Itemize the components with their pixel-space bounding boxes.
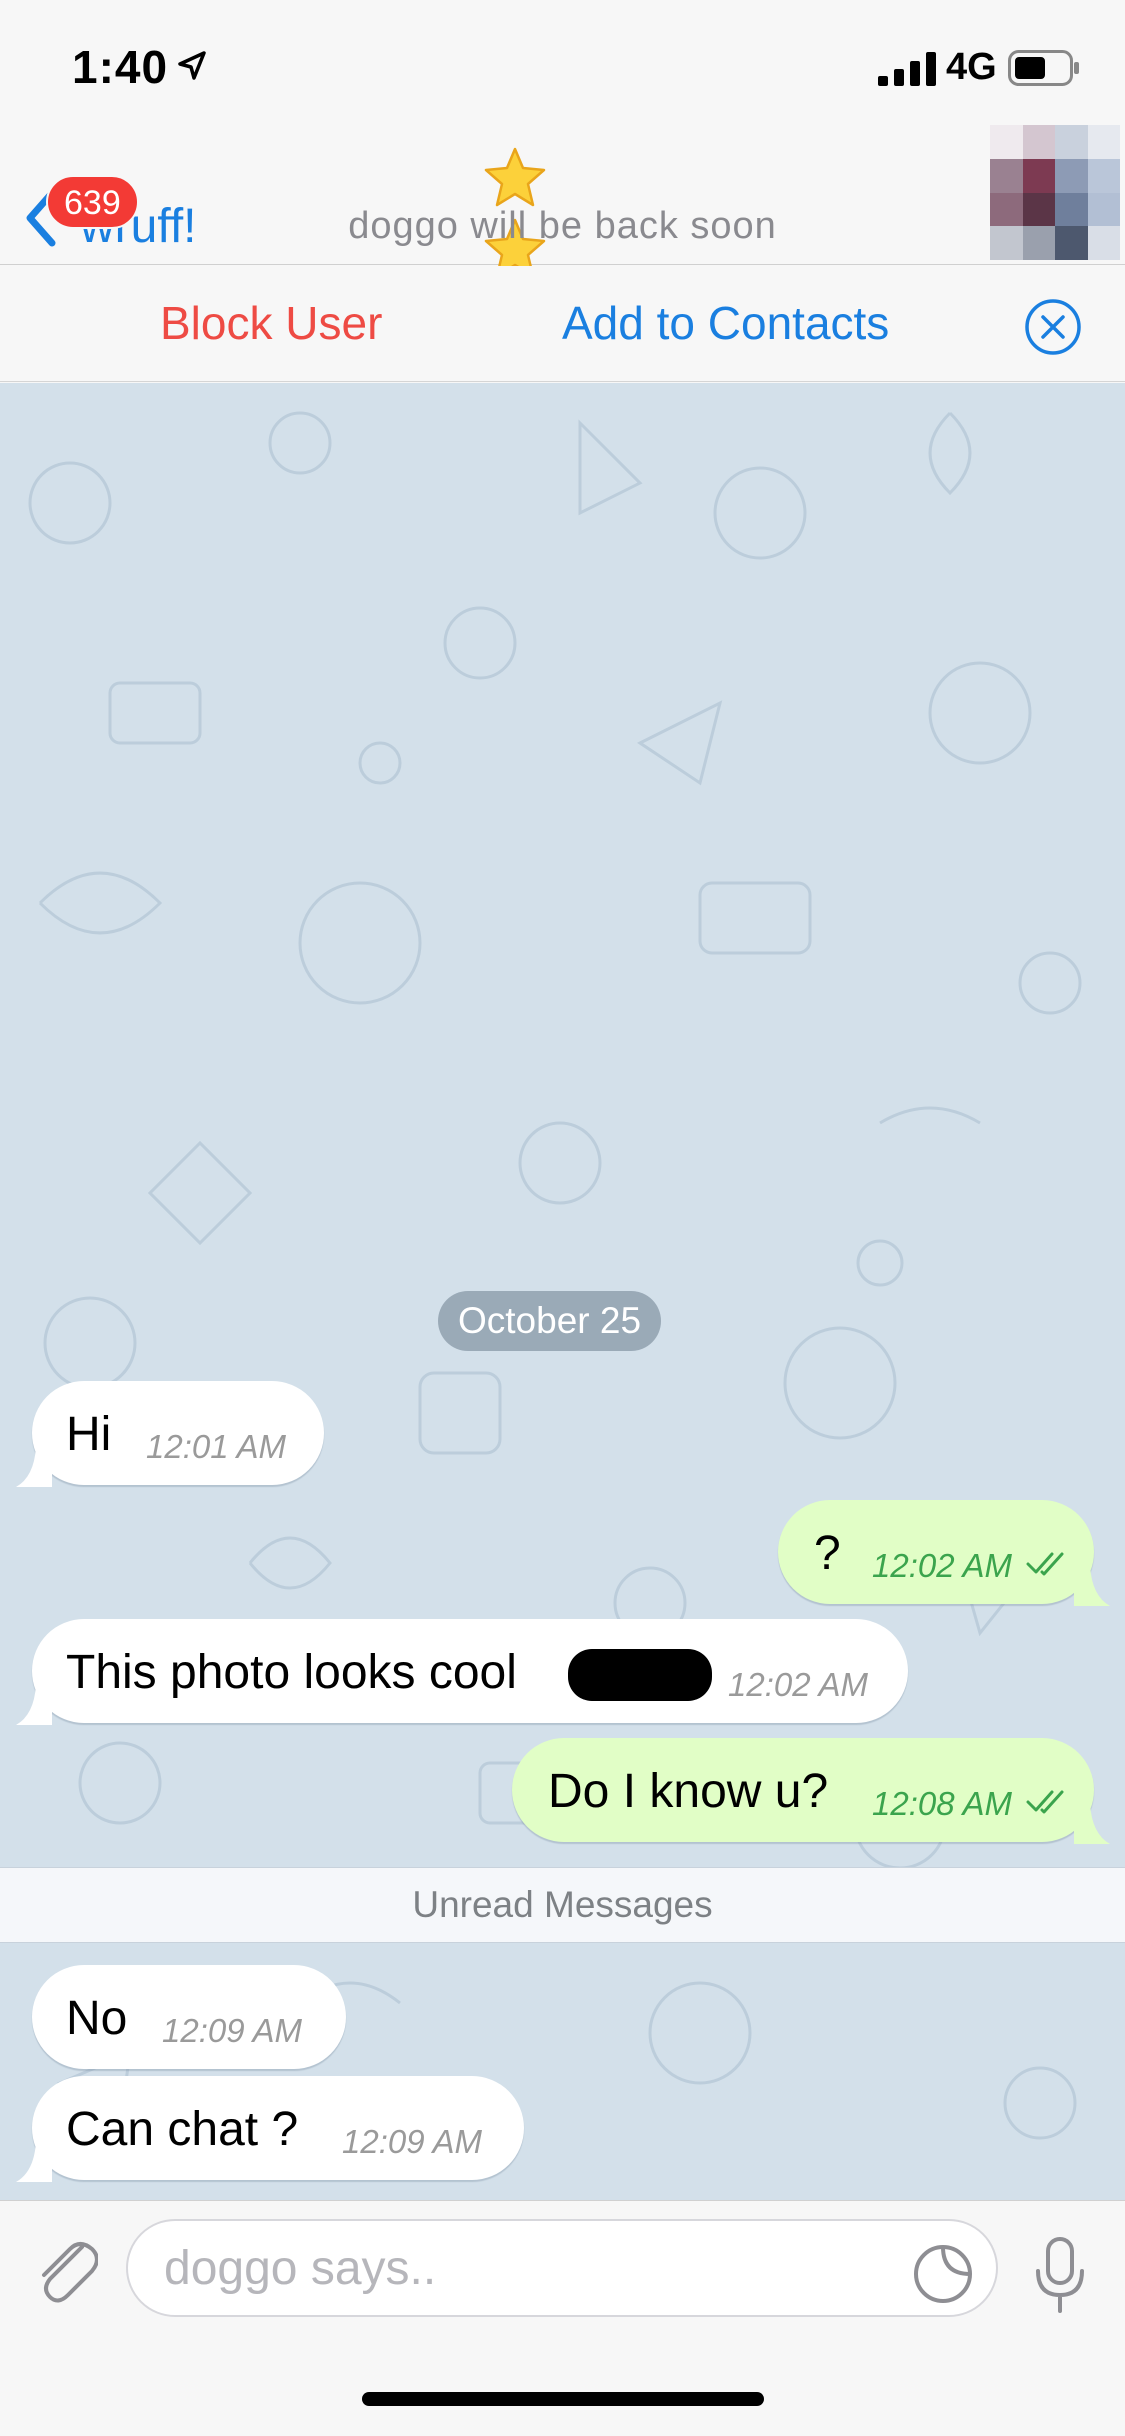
sticker-icon[interactable] <box>912 2243 974 2305</box>
home-indicator[interactable] <box>362 2392 764 2406</box>
message-text: Hi <box>66 1408 112 1461</box>
message-text: This photo looks cool <box>66 1646 517 1699</box>
paperclip-icon[interactable] <box>32 2233 98 2309</box>
message-time: 12:01 AM <box>146 1428 287 1465</box>
add-to-contacts-button[interactable]: Add to Contacts <box>562 296 889 350</box>
message-text: Can chat ? <box>66 2103 299 2156</box>
message-bubble-incoming[interactable]: No 12:09 AM <box>32 1965 346 2069</box>
bubble-tail <box>1074 1566 1110 1606</box>
double-check-icon <box>1026 1552 1064 1576</box>
chat-status-subtitle: doggo will be back soon <box>348 205 777 247</box>
message-input[interactable] <box>126 2219 998 2317</box>
chat-messages-area[interactable]: October 25 Hi 12:01 AM ? 12:02 AM This p… <box>0 383 1125 2200</box>
message-time: 12:08 AM <box>872 1785 1013 1822</box>
message-time: 12:02 AM <box>872 1547 1013 1584</box>
message-time: 12:02 AM <box>728 1666 869 1703</box>
battery-icon <box>1008 50 1079 86</box>
message-bubble-outgoing[interactable]: ? 12:02 AM <box>778 1500 1110 1606</box>
contact-action-bar: Block User Add to Contacts <box>0 266 1125 382</box>
message-bubble-incoming[interactable]: This photo looks cool 12:02 AM <box>16 1619 908 1725</box>
bubble-tail <box>16 1685 52 1725</box>
close-circle-icon[interactable] <box>1024 298 1082 356</box>
message-bubble-incoming[interactable]: Hi 12:01 AM <box>16 1381 324 1487</box>
bubble-tail <box>1074 1804 1110 1844</box>
message-text: No <box>66 1992 128 2045</box>
block-user-button[interactable]: Block User <box>160 296 382 350</box>
message-bubble-incoming[interactable]: Can chat ? 12:09 AM <box>16 2076 524 2182</box>
date-separator: October 25 <box>438 1291 662 1351</box>
network-type: 4G <box>946 46 997 88</box>
unread-messages-divider: Unread Messages <box>0 1867 1125 1943</box>
message-text: ? <box>814 1527 841 1580</box>
chat-header: wruff! 639 doggo will be back soon <box>0 125 1125 278</box>
bubble-tail <box>16 1447 52 1487</box>
signal-bars-icon <box>878 52 936 86</box>
message-bubble-outgoing[interactable]: Do I know u? 12:08 AM <box>512 1738 1110 1844</box>
message-text: Do I know u? <box>548 1765 829 1818</box>
bubble-tail <box>16 2142 52 2182</box>
status-time: 1:40 <box>72 41 169 93</box>
avatar[interactable] <box>990 125 1120 260</box>
message-time: 12:09 AM <box>342 2123 483 2160</box>
status-bar: 1:40 4G <box>0 0 1125 125</box>
message-time: 12:09 AM <box>162 2012 303 2049</box>
microphone-icon[interactable] <box>1032 2235 1088 2315</box>
redaction-mark <box>568 1649 712 1701</box>
chat-title[interactable] <box>482 145 632 278</box>
location-arrow-icon <box>178 51 206 80</box>
double-check-icon <box>1026 1790 1064 1814</box>
star-icon <box>484 147 546 207</box>
